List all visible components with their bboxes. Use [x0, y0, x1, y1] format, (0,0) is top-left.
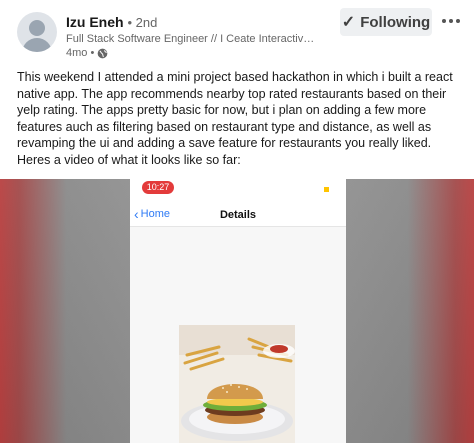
post-time: 4mo • — [66, 47, 95, 59]
feed-post: Izu Eneh • 2nd Full Stack Software Engin… — [0, 0, 474, 443]
connection-degree: • 2nd — [127, 15, 158, 30]
app-navbar: ‹ Home Details — [130, 201, 346, 227]
more-dot — [449, 19, 453, 23]
more-dot — [442, 19, 446, 23]
following-label: Following — [360, 13, 431, 31]
avatar-body-shape — [22, 38, 52, 52]
post-meta: 4mo • — [66, 47, 108, 59]
avatar-head-shape — [29, 20, 45, 36]
status-indicator — [324, 187, 329, 192]
more-dots-icon[interactable] — [438, 10, 464, 32]
screen-title: Details — [219, 209, 257, 221]
status-time: 10:27 — [142, 181, 174, 194]
check-icon: ✓ — [341, 14, 356, 31]
author-headline: Full Stack Software Engineer // I Ceate … — [66, 33, 316, 45]
restaurant-food-image — [179, 325, 295, 443]
more-dot — [456, 19, 460, 23]
author-name[interactable]: Izu Eneh — [66, 14, 124, 30]
author-line: Izu Eneh • 2nd — [66, 14, 157, 30]
following-button[interactable]: ✓ Following — [340, 8, 432, 36]
globe-icon — [97, 48, 108, 58]
avatar[interactable] — [17, 12, 57, 52]
app-screen-recording: 10:27 ‹ Home Details — [130, 179, 346, 443]
post-text: This weekend I attended a mini project b… — [17, 70, 453, 167]
video-player[interactable]: 10:27 ‹ Home Details — [0, 179, 474, 443]
